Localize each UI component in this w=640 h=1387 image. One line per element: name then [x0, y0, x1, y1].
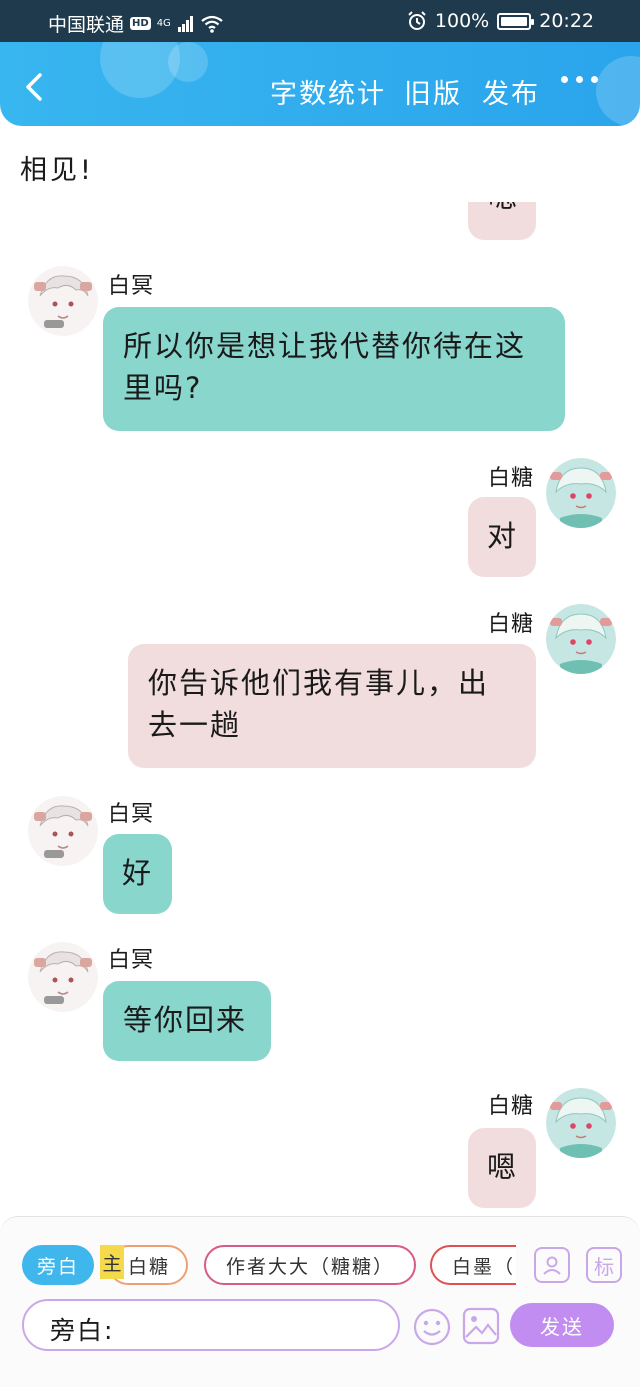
chat-bubble-text: 好 — [122, 856, 154, 890]
hd-icon: HD — [130, 17, 151, 30]
image-icon[interactable] — [462, 1307, 500, 1345]
tag-button[interactable]: 标 — [586, 1247, 622, 1283]
chat-bubble[interactable]: 嗯 — [468, 1128, 536, 1208]
chat-bubble-text: 你告诉他们我有事儿，出去一趟 — [148, 666, 490, 742]
alarm-icon — [408, 11, 426, 30]
clock: 20:22 — [539, 10, 594, 32]
sender-name: 白糖 — [488, 466, 535, 491]
avatar[interactable] — [546, 604, 616, 674]
sender-name: 白糖 — [488, 612, 535, 637]
role-chip-narrator[interactable]: 旁白 — [22, 1245, 94, 1285]
app-header: 字数统计 旧版 发布 — [0, 42, 640, 126]
person-icon[interactable] — [534, 1247, 570, 1283]
chat-bubble-text: 嗯 — [488, 202, 519, 218]
chat-bubble[interactable]: 你告诉他们我有事儿，出去一趟 — [128, 644, 536, 768]
avatar[interactable] — [546, 1088, 616, 1158]
avatar[interactable] — [28, 796, 98, 866]
status-left: 中国联通 HD 4G — [48, 10, 223, 37]
more-options-button[interactable] — [561, 76, 598, 83]
avatar[interactable] — [28, 266, 98, 336]
word-count-button[interactable]: 字数统计 — [270, 72, 386, 111]
owner-tag: 主 — [100, 1245, 124, 1279]
sender-name: 白冥 — [108, 948, 155, 973]
header-decoration — [596, 56, 640, 126]
chat-bubble-text: 对 — [487, 519, 519, 553]
back-button[interactable] — [20, 72, 50, 102]
carrier-label: 中国联通 — [48, 14, 125, 36]
chat-bubble[interactable]: 等你回来 — [103, 981, 271, 1061]
header-decoration — [168, 42, 208, 82]
status-right: 100% 20:22 — [407, 10, 594, 32]
signal-icon — [177, 15, 193, 32]
role-chip-author[interactable]: 作者大大（糖糖） — [204, 1245, 416, 1285]
chat-bubble[interactable]: 好 — [103, 834, 172, 914]
chat-bubble-text: 等你回来 — [123, 1003, 248, 1037]
battery-icon — [497, 12, 535, 30]
chat-bubble-text: 嗯 — [487, 1150, 519, 1184]
chat-bubble-text: 所以你是想让我代替你待在这里吗? — [123, 329, 527, 405]
emoji-icon[interactable] — [412, 1307, 452, 1347]
old-version-button[interactable]: 旧版 — [404, 72, 462, 111]
send-button[interactable]: 发送 — [510, 1303, 614, 1347]
sender-name: 白糖 — [488, 1094, 535, 1119]
chat-bubble[interactable]: 所以你是想让我代替你待在这里吗? — [103, 307, 565, 431]
chat-area[interactable]: 相见! 嗯 白冥 所以你是想让我代替你待在这里吗? 白糖 — [0, 126, 640, 1216]
wifi-icon — [201, 15, 223, 33]
battery-fill — [501, 16, 528, 26]
input-panel: 旁白 主 白糖 作者大大（糖糖） 白墨（ 标 旁白: 发送 — [0, 1216, 640, 1387]
narration-text: 相见! — [20, 155, 94, 186]
chat-bubble[interactable]: 嗯 — [468, 202, 536, 240]
avatar[interactable] — [546, 458, 616, 528]
sender-name: 白冥 — [108, 802, 155, 827]
message-input[interactable]: 旁白: — [22, 1299, 400, 1351]
publish-button[interactable]: 发布 — [482, 72, 540, 111]
chat-bubble[interactable]: 对 — [468, 497, 536, 577]
header-decoration — [100, 42, 180, 98]
battery-percent: 100% — [434, 10, 490, 32]
network-label: 4G — [156, 18, 171, 29]
avatar[interactable] — [28, 942, 98, 1012]
status-bar: 中国联通 HD 4G 100% 20:22 — [0, 0, 640, 42]
sender-name: 白冥 — [108, 274, 155, 299]
role-chip-baimo[interactable]: 白墨（ — [430, 1245, 516, 1285]
